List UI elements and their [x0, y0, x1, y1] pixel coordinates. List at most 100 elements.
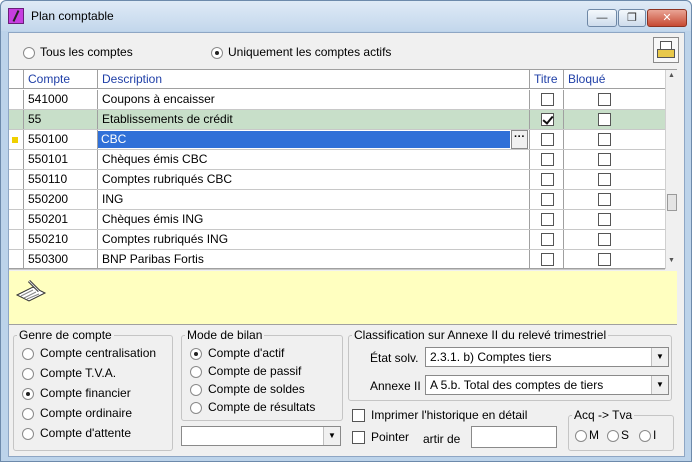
cell-description[interactable]: Etablissements de crédit	[97, 110, 529, 129]
row-indicator[interactable]	[9, 190, 23, 209]
cell-compte[interactable]: 550210	[23, 230, 97, 249]
genre-option[interactable]: Compte centralisation	[22, 346, 156, 360]
row-indicator[interactable]	[9, 250, 23, 269]
annexe-combo[interactable]: A 5.b. Total des comptes de tiers ▼	[425, 375, 669, 395]
scroll-down-arrow[interactable]: ▼	[668, 257, 675, 264]
bilan-radio[interactable]	[190, 347, 202, 360]
row-indicator[interactable]	[9, 130, 23, 149]
acq-radio[interactable]	[607, 429, 619, 442]
titre-checkbox[interactable]	[541, 173, 554, 186]
table-row[interactable]: 550200 ING	[9, 190, 665, 210]
bloque-checkbox[interactable]	[598, 213, 611, 226]
genre-radio[interactable]	[22, 387, 34, 400]
genre-radio[interactable]	[22, 407, 34, 420]
cell-description[interactable]: Chèques émis CBC	[97, 150, 529, 169]
bloque-checkbox[interactable]	[598, 173, 611, 186]
genre-option[interactable]: Compte ordinaire	[22, 406, 132, 420]
bloque-checkbox[interactable]	[598, 93, 611, 106]
bloque-checkbox[interactable]	[598, 233, 611, 246]
close-button[interactable]: ✕	[647, 9, 687, 27]
cell-compte[interactable]: 55	[23, 110, 97, 129]
chevron-down-icon[interactable]: ▼	[651, 348, 668, 366]
genre-option[interactable]: Compte financier	[22, 386, 131, 400]
filter-active-option[interactable]: Uniquement les comptes actifs	[211, 45, 391, 59]
table-row[interactable]: 550300 BNP Paribas Fortis	[9, 250, 665, 270]
titre-checkbox[interactable]	[541, 133, 554, 146]
bloque-checkbox[interactable]	[598, 253, 611, 266]
row-indicator[interactable]	[9, 170, 23, 189]
print-button[interactable]	[653, 37, 679, 63]
acq-radio[interactable]	[639, 429, 651, 442]
memo-area[interactable]	[9, 271, 677, 325]
pointer-checkbox[interactable]	[352, 431, 365, 445]
bilan-option[interactable]: Compte d'actif	[190, 346, 284, 360]
genre-option[interactable]: Compte T.V.A.	[22, 366, 116, 380]
cell-description[interactable]: ING	[97, 190, 529, 209]
cell-compte[interactable]: 550201	[23, 210, 97, 229]
cell-description[interactable]: Comptes rubriqués CBC	[97, 170, 529, 189]
table-row[interactable]: 550100 CBC ···	[9, 130, 665, 150]
acq-option[interactable]: S	[607, 428, 629, 442]
titre-checkbox[interactable]	[541, 233, 554, 246]
titre-checkbox[interactable]	[541, 113, 554, 126]
bloque-checkbox[interactable]	[598, 153, 611, 166]
titre-checkbox[interactable]	[541, 193, 554, 206]
table-row[interactable]: 541000 Coupons à encaisser	[9, 90, 665, 110]
genre-radio[interactable]	[22, 347, 34, 360]
filter-active-radio[interactable]	[211, 46, 223, 59]
header-compte[interactable]: Compte	[23, 70, 97, 88]
imprimer-checkbox[interactable]	[352, 409, 365, 423]
bilan-option[interactable]: Compte de résultats	[190, 400, 315, 414]
scroll-thumb[interactable]	[667, 194, 677, 211]
acq-option[interactable]: I	[639, 428, 656, 442]
cell-compte[interactable]: 550101	[23, 150, 97, 169]
acq-option[interactable]: M	[575, 428, 599, 442]
grid-scrollbar[interactable]: ▲ ▼	[665, 70, 677, 269]
bilan-option[interactable]: Compte de passif	[190, 364, 301, 378]
accounts-grid[interactable]: Compte Description Titre Bloqué 541000 Co…	[9, 69, 677, 270]
bilan-radio[interactable]	[190, 401, 202, 414]
row-indicator[interactable]	[9, 110, 23, 129]
titre-checkbox[interactable]	[541, 213, 554, 226]
row-indicator[interactable]	[9, 150, 23, 169]
minimize-button[interactable]: —	[587, 9, 617, 27]
filter-all-radio[interactable]	[23, 46, 35, 59]
cell-compte[interactable]: 541000	[23, 90, 97, 109]
row-indicator[interactable]	[9, 90, 23, 109]
titre-checkbox[interactable]	[541, 93, 554, 106]
bilan-combo[interactable]: ▼	[181, 426, 341, 446]
cell-description[interactable]: Coupons à encaisser	[97, 90, 529, 109]
table-row[interactable]: 550110 Comptes rubriqués CBC	[9, 170, 665, 190]
genre-radio[interactable]	[22, 427, 34, 440]
acq-radio[interactable]	[575, 429, 587, 442]
cell-description[interactable]: Comptes rubriqués ING	[97, 230, 529, 249]
etat-combo[interactable]: 2.3.1. b) Comptes tiers ▼	[425, 347, 669, 367]
table-row[interactable]: 550101 Chèques émis CBC	[9, 150, 665, 170]
artir-input[interactable]	[471, 426, 557, 448]
pointer-option[interactable]: Pointer	[352, 430, 409, 445]
titre-checkbox[interactable]	[541, 253, 554, 266]
header-bloque[interactable]: Bloqué	[563, 70, 665, 88]
chevron-down-icon[interactable]: ▼	[323, 427, 340, 445]
imprimer-option[interactable]: Imprimer l'historique en détail	[352, 408, 527, 423]
table-row[interactable]: 550210 Comptes rubriqués ING	[9, 230, 665, 250]
bloque-checkbox[interactable]	[598, 113, 611, 126]
scroll-up-arrow[interactable]: ▲	[668, 72, 675, 79]
filter-all-option[interactable]: Tous les comptes	[23, 45, 133, 59]
titre-checkbox[interactable]	[541, 153, 554, 166]
table-row[interactable]: 55 Etablissements de crédit	[9, 110, 665, 130]
title-bar[interactable]: Plan comptable — ❐ ✕	[1, 1, 691, 31]
row-indicator[interactable]	[9, 230, 23, 249]
bloque-checkbox[interactable]	[598, 133, 611, 146]
genre-radio[interactable]	[22, 367, 34, 380]
cell-description[interactable]: BNP Paribas Fortis	[97, 250, 529, 269]
bilan-option[interactable]: Compte de soldes	[190, 382, 305, 396]
header-titre[interactable]: Titre	[529, 70, 563, 88]
cell-description[interactable]	[97, 130, 529, 149]
genre-option[interactable]: Compte d'attente	[22, 426, 131, 440]
cell-compte[interactable]: 550200	[23, 190, 97, 209]
cell-description[interactable]: Chèques émis ING	[97, 210, 529, 229]
bloque-checkbox[interactable]	[598, 193, 611, 206]
bilan-radio[interactable]	[190, 365, 202, 378]
chevron-down-icon[interactable]: ▼	[651, 376, 668, 394]
